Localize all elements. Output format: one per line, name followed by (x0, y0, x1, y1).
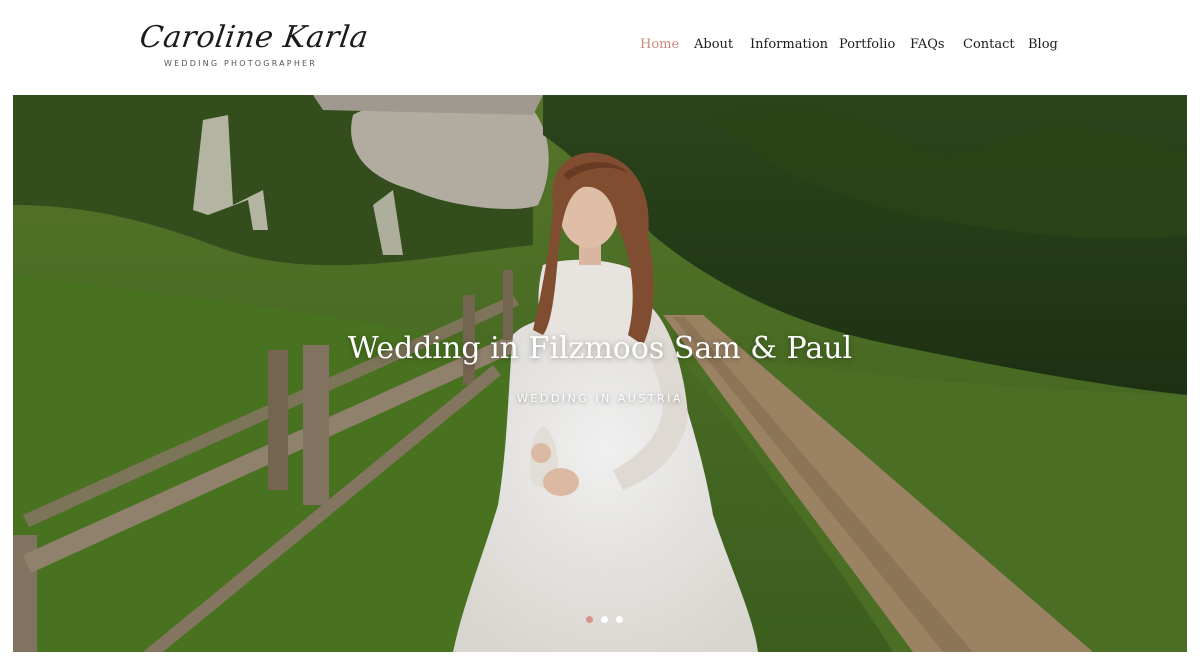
site-header: Caroline Karla WEDDING PHOTOGRAPHER Home… (0, 0, 1200, 95)
logo-tagline: WEDDING PHOTOGRAPHER (164, 59, 318, 68)
hero-title: Wedding in Filzmoos Sam & Paul (347, 331, 853, 366)
slider-dot-2[interactable] (601, 616, 608, 623)
nav-information[interactable]: Information (750, 37, 828, 52)
hero-subtitle: WEDDING IN AUSTRIA (517, 392, 683, 405)
logo-script-name: Caroline Karla (137, 20, 371, 55)
nav-blog[interactable]: Blog (1028, 37, 1058, 52)
slider-dot-3[interactable] (616, 616, 623, 623)
nav-faqs[interactable]: FAQs (910, 37, 945, 52)
hero-photo (13, 95, 1187, 652)
hero-slider[interactable]: Wedding in Filzmoos Sam & Paul WEDDING I… (13, 95, 1187, 652)
nav-contact[interactable]: Contact (963, 37, 1015, 52)
nav-home[interactable]: Home (640, 37, 679, 52)
nav-portfolio[interactable]: Portfolio (839, 37, 895, 52)
slider-dot-1[interactable] (586, 616, 593, 623)
site-logo[interactable]: Caroline Karla WEDDING PHOTOGRAPHER (138, 20, 371, 76)
nav-about[interactable]: About (694, 37, 733, 52)
